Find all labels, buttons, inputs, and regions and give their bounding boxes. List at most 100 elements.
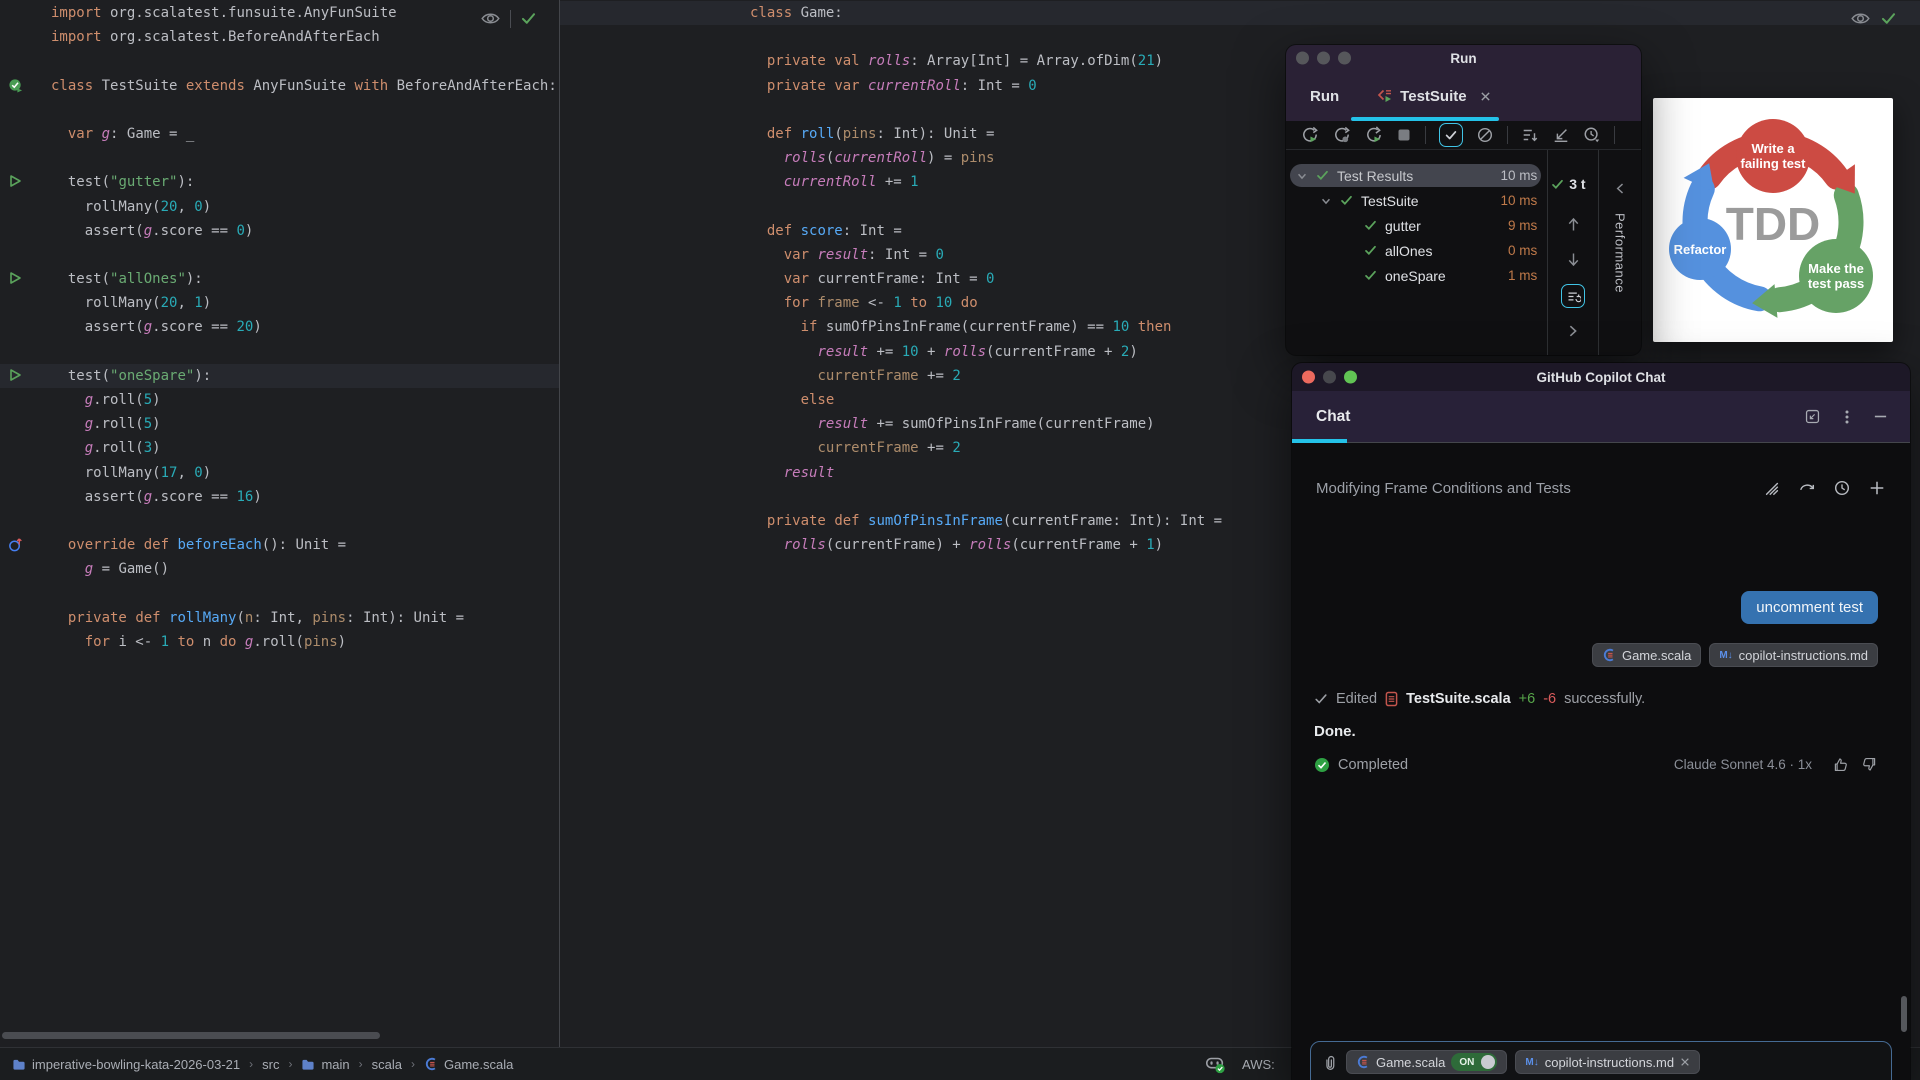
run-test-gutter-icon[interactable] (8, 271, 24, 287)
close-tab-icon[interactable] (1480, 91, 1491, 102)
edits-icon[interactable] (1763, 479, 1781, 497)
tab-testsuite-label: TestSuite (1400, 87, 1467, 105)
tab-testsuite[interactable]: TestSuite (1377, 88, 1490, 105)
run-test-gutter-icon[interactable] (8, 368, 24, 384)
next-occurrence-icon[interactable] (1565, 251, 1582, 268)
editor-split-divider[interactable] (559, 0, 560, 1047)
aws-status-label[interactable]: AWS: (1242, 1057, 1275, 1072)
editor-testsuite[interactable]: import org.scalatest.funsuite.AnyFunSuit… (0, 0, 559, 1047)
stop-icon[interactable] (1396, 127, 1412, 143)
attachment-chip-game-scala[interactable]: Game.scala (1591, 643, 1702, 667)
close-button[interactable] (1302, 370, 1315, 384)
chat-input-box[interactable]: Game.scala ON M↓ copilot-instructions.md… (1310, 1041, 1892, 1080)
code-line: private val rolls: Array[Int] = Array.of… (766, 53, 1164, 70)
collapse-icon[interactable] (1614, 182, 1627, 195)
minimize-button[interactable] (1317, 51, 1330, 65)
chat-scrollbar[interactable] (1901, 996, 1907, 1032)
attachment-label: copilot-instructions.md (1544, 1054, 1675, 1070)
zoom-button[interactable] (1344, 370, 1357, 384)
import-test-results-icon[interactable] (1552, 126, 1570, 144)
minimize-button[interactable] (1323, 370, 1336, 384)
attachment-label: copilot-instructions.md (1738, 647, 1868, 663)
code-line: g.roll(5) (84, 416, 161, 433)
code-line: g = Game() (84, 561, 170, 578)
tab-chat[interactable]: Chat (1316, 408, 1350, 426)
chevron-down-icon[interactable] (1296, 170, 1308, 182)
more-options-icon[interactable] (1839, 409, 1855, 425)
zoom-button[interactable] (1338, 51, 1351, 65)
tdd-center-label: TDD (1726, 198, 1821, 250)
thumbs-down-icon[interactable] (1861, 756, 1878, 773)
run-window-title: Run (1450, 50, 1477, 66)
previous-occurrence-icon[interactable] (1565, 216, 1582, 233)
folder-icon (12, 1058, 26, 1071)
test-passed-icon (1364, 219, 1377, 232)
input-attachment-game-scala[interactable]: Game.scala ON (1346, 1050, 1508, 1074)
deletions-count: -6 (1543, 691, 1557, 707)
thread-title: Modifying Frame Conditions and Tests (1316, 479, 1571, 497)
attach-file-icon[interactable] (1321, 1054, 1338, 1071)
input-attachment-copilot-instructions[interactable]: M↓ copilot-instructions.md (1515, 1050, 1701, 1074)
edited-file-name[interactable]: TestSuite.scala (1406, 691, 1511, 707)
test-passed-icon (1340, 194, 1353, 207)
run-class-passed-gutter-icon[interactable] (8, 78, 24, 94)
close-button[interactable] (1296, 51, 1309, 65)
inspections-passed-icon[interactable] (520, 10, 537, 27)
additions-count: +6 (1518, 691, 1536, 707)
run-tool-window: Run Run TestSuite Test Results 10 ms Tes… (1286, 45, 1641, 355)
track-running-test-icon[interactable] (1561, 284, 1586, 308)
show-passed-icon[interactable] (1439, 123, 1463, 147)
code-line: class TestSuite extends AnyFunSuite with… (0, 74, 559, 98)
breadcrumb-item[interactable]: imperative-bowling-kata-2026-03-21 (12, 1057, 240, 1072)
rerun-tests-icon[interactable] (1300, 126, 1319, 145)
history-icon[interactable] (1833, 479, 1851, 497)
highlighting-level-eye-icon[interactable] (480, 8, 501, 29)
inspections-passed-icon[interactable] (1880, 10, 1897, 27)
toggle-auto-test-icon[interactable] (1364, 125, 1383, 145)
breadcrumb-item[interactable]: main (301, 1057, 350, 1072)
rerun-failed-tests-icon[interactable] (1332, 126, 1351, 145)
tab-run[interactable]: Run (1310, 88, 1339, 105)
redo-icon[interactable] (1798, 479, 1816, 497)
test-tree-row-test-results[interactable]: Test Results 10 ms (1286, 163, 1547, 188)
tab-performance[interactable]: Performance (1613, 213, 1628, 293)
test-duration: 10 ms (1500, 168, 1538, 183)
chat-window-titlebar[interactable]: GitHub Copilot Chat (1292, 363, 1910, 391)
scala-icon (424, 1057, 438, 1071)
completion-row: Completed Claude Sonnet 4.6 · 1x (1314, 756, 1878, 773)
new-chat-icon[interactable] (1868, 479, 1886, 497)
code-line: class Game: (560, 1, 1920, 26)
remove-attachment-icon[interactable] (1680, 1057, 1690, 1067)
run-window-titlebar[interactable]: Run (1286, 45, 1641, 71)
run-body: Test Results 10 ms TestSuite 10 ms gutter 9 m… (1286, 150, 1641, 355)
sort-alphabetically-icon[interactable] (1521, 126, 1539, 144)
open-in-editor-icon[interactable] (1804, 408, 1821, 425)
run-toolbar (1286, 121, 1641, 150)
assistant-message: Done. (1314, 723, 1356, 740)
context-toggle-on[interactable]: ON (1451, 1053, 1498, 1071)
breadcrumb-item[interactable]: scala (372, 1057, 402, 1072)
highlighting-level-eye-icon[interactable] (1850, 8, 1871, 29)
test-tree-row-testsuite[interactable]: TestSuite 10 ms (1286, 188, 1547, 213)
breadcrumb-item[interactable]: Game.scala (424, 1057, 513, 1072)
copilot-status-icon[interactable] (1204, 1053, 1226, 1075)
test-history-icon[interactable] (1583, 126, 1601, 144)
override-gutter-icon[interactable] (8, 537, 24, 553)
thumbs-up-icon[interactable] (1832, 756, 1849, 773)
test-tree-row-allones[interactable]: allOnes 0 ms (1286, 238, 1547, 263)
test-duration: 10 ms (1500, 193, 1538, 208)
run-tab-bar: Run TestSuite (1286, 71, 1641, 121)
markdown-icon: M↓ (1525, 1056, 1539, 1068)
show-ignored-icon[interactable] (1476, 126, 1494, 144)
scala-icon (1356, 1055, 1370, 1069)
minimize-icon[interactable] (1873, 409, 1888, 424)
horizontal-scrollbar[interactable] (2, 1032, 380, 1039)
expand-icon[interactable] (1566, 324, 1580, 338)
run-test-gutter-icon[interactable] (8, 174, 24, 190)
breadcrumb-item[interactable]: src (262, 1057, 279, 1072)
test-tree-row-onespare[interactable]: oneSpare 1 ms (1286, 263, 1547, 288)
test-tree-row-gutter[interactable]: gutter 9 ms (1286, 213, 1547, 238)
attachment-chip-copilot-instructions[interactable]: M↓ copilot-instructions.md (1709, 643, 1878, 667)
chevron-down-icon[interactable] (1320, 195, 1332, 207)
